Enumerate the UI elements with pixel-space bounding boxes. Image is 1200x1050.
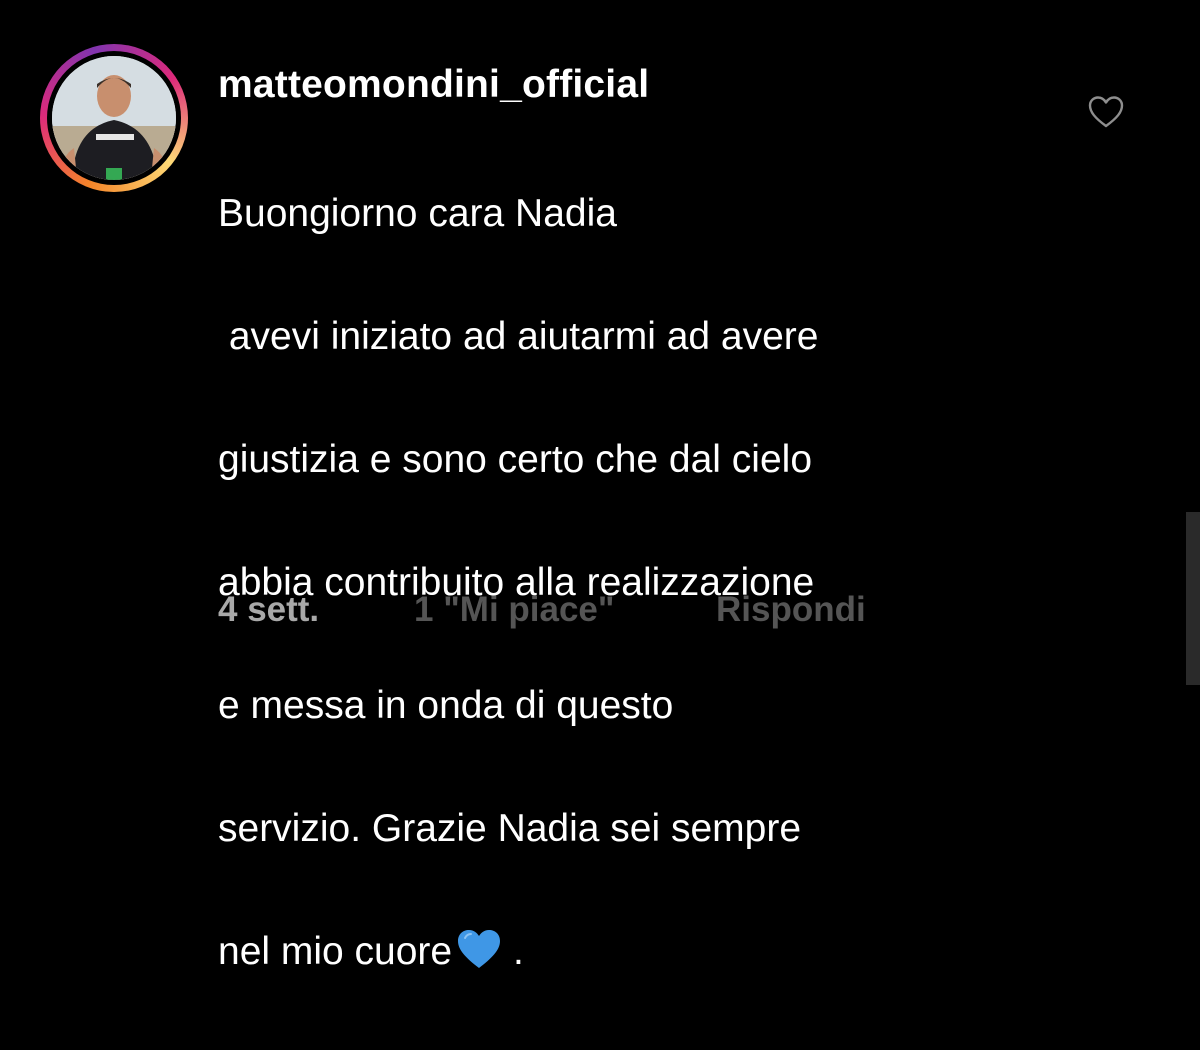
comment-time: 4 sett. — [218, 590, 320, 629]
comment-line: avevi iniziato ad aiutarmi ad avere — [218, 314, 819, 358]
comment-likes-count[interactable]: 1 "Mi piace" — [414, 588, 614, 632]
blue-heart-emoji — [456, 927, 502, 989]
comment-line: servizio. Grazie Nadia sei sempre — [218, 806, 802, 850]
scrollbar[interactable] — [1186, 512, 1200, 685]
avatar[interactable] — [52, 56, 176, 180]
avatar-photo — [52, 56, 176, 180]
comment-text: Buongiorno cara Nadia avevi iniziato ad … — [218, 121, 1078, 1050]
comment-trailing-punct: . — [502, 929, 524, 973]
comment-item: matteomondini_official Buongiorno cara N… — [0, 0, 1200, 973]
comment-line: abbia contribuito alla realizzazione — [218, 560, 815, 604]
comment-last-line: nel mio cuore . — [218, 921, 1078, 989]
comment-line: e messa in onda di questo — [218, 683, 674, 727]
reply-button[interactable]: Rispondi — [716, 588, 866, 632]
comment-username[interactable]: matteomondini_official — [218, 60, 649, 110]
comment-line: giustizia e sono certo che dal cielo — [218, 437, 813, 481]
comment-line: nel mio cuore — [218, 929, 453, 973]
comment-line: Buongiorno cara Nadia — [218, 191, 617, 235]
heart-outline-icon[interactable] — [1087, 95, 1125, 129]
story-ring[interactable] — [40, 44, 188, 192]
